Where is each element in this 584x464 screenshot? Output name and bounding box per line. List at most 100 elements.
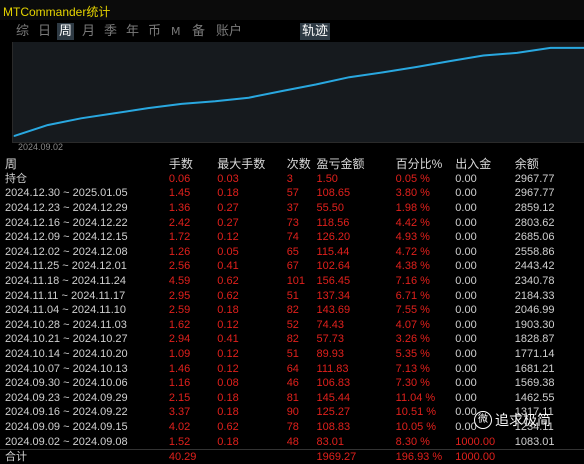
table-cell: 10.51 % bbox=[396, 405, 456, 420]
table-cell: 0.00 bbox=[455, 361, 514, 376]
table-cell: 1.98 % bbox=[396, 201, 456, 216]
table-cell: 2024.09.30 ~ 2024.10.06 bbox=[0, 376, 169, 391]
table-cell: 0.00 bbox=[455, 288, 514, 303]
table-cell: 4.02 bbox=[169, 420, 217, 435]
column-header: 周 bbox=[0, 157, 169, 172]
table-cell: 2024.09.16 ~ 2024.09.22 bbox=[0, 405, 169, 420]
table-cell: 3.37 bbox=[169, 405, 217, 420]
equity-point bbox=[114, 113, 115, 114]
table-cell: 1083.01 bbox=[515, 434, 584, 449]
table-cell: 3 bbox=[287, 172, 317, 187]
equity-point bbox=[248, 97, 249, 98]
table-cell: 83.01 bbox=[317, 434, 396, 449]
tab-day[interactable]: 日 bbox=[36, 23, 53, 40]
table-cell: 2443.42 bbox=[515, 259, 584, 274]
tab-week[interactable]: 周 bbox=[57, 23, 74, 40]
equity-chart bbox=[12, 42, 584, 143]
table-row[interactable]: 2024.11.18 ~ 2024.11.244.590.62101156.45… bbox=[0, 274, 584, 289]
table-row[interactable]: 2024.12.30 ~ 2025.01.051.450.1857108.653… bbox=[0, 186, 584, 201]
table-cell: 0.00 bbox=[455, 274, 514, 289]
table-cell: 1681.21 bbox=[515, 361, 584, 376]
table-cell: 3.80 % bbox=[396, 186, 456, 201]
column-header: 盈亏金额 bbox=[317, 157, 396, 172]
table-cell: 156.45 bbox=[317, 274, 396, 289]
table-row[interactable]: 2024.10.14 ~ 2024.10.201.090.125189.935.… bbox=[0, 347, 584, 362]
table-row[interactable]: 2024.09.30 ~ 2024.10.061.160.0846106.837… bbox=[0, 376, 584, 391]
table-cell: 0.41 bbox=[217, 332, 286, 347]
table-cell: 11.04 % bbox=[396, 391, 456, 406]
tab-currency[interactable]: 币 bbox=[146, 23, 163, 40]
table-cell: 0.18 bbox=[217, 434, 286, 449]
table-cell: 0.62 bbox=[217, 420, 286, 435]
table-cell: 89.93 bbox=[317, 347, 396, 362]
table-cell: 8.30 % bbox=[396, 434, 456, 449]
equity-point bbox=[14, 136, 15, 137]
table-cell: 1.50 bbox=[317, 172, 396, 187]
table-cell: 102.64 bbox=[317, 259, 396, 274]
equity-point bbox=[148, 108, 149, 109]
tab-summary[interactable]: 综 bbox=[14, 23, 31, 40]
table-cell: 0.05 % bbox=[396, 172, 456, 187]
table-cell: 52 bbox=[287, 318, 317, 333]
table-row[interactable]: 2024.11.11 ~ 2024.11.172.950.6251137.346… bbox=[0, 288, 584, 303]
tab-year[interactable]: 年 bbox=[124, 23, 141, 40]
table-cell: 0.00 bbox=[455, 332, 514, 347]
table-cell: 7.55 % bbox=[396, 303, 456, 318]
table-cell: 90 bbox=[287, 405, 317, 420]
table-row[interactable]: 2024.12.09 ~ 2024.12.151.720.1274126.204… bbox=[0, 230, 584, 245]
table-cell: 0.12 bbox=[217, 318, 286, 333]
table-cell: 101 bbox=[287, 274, 317, 289]
table-row[interactable]: 2024.11.25 ~ 2024.12.012.560.4167102.644… bbox=[0, 259, 584, 274]
tab-m[interactable]: M bbox=[169, 23, 183, 40]
table-cell: 1000.00 bbox=[455, 434, 514, 449]
table-cell: 125.27 bbox=[317, 405, 396, 420]
table-row[interactable]: 2024.09.02 ~ 2024.09.081.520.184883.018.… bbox=[0, 434, 584, 449]
table-row[interactable]: 2024.10.28 ~ 2024.11.031.620.125274.434.… bbox=[0, 318, 584, 333]
table-cell: 48 bbox=[287, 434, 317, 449]
watermark-text: 追求极简 bbox=[495, 412, 551, 428]
equity-point bbox=[449, 61, 450, 62]
table-cell: 137.34 bbox=[317, 288, 396, 303]
equity-point bbox=[382, 72, 383, 73]
table-cell: 1903.30 bbox=[515, 318, 584, 333]
table-cell: 1.46 bbox=[169, 361, 217, 376]
table-cell: 2046.99 bbox=[515, 303, 584, 318]
tab-month[interactable]: 月 bbox=[80, 23, 97, 40]
table-cell: 64 bbox=[287, 361, 317, 376]
table-row[interactable]: 2024.12.23 ~ 2024.12.291.360.273755.501.… bbox=[0, 201, 584, 216]
tab-notes[interactable]: 备 bbox=[190, 23, 207, 40]
table-row[interactable]: 2024.12.16 ~ 2024.12.222.420.2773118.564… bbox=[0, 215, 584, 230]
table-cell: 0.00 bbox=[455, 186, 514, 201]
table-row[interactable]: 2024.09.23 ~ 2024.09.292.150.1881145.441… bbox=[0, 391, 584, 406]
table-cell: 2024.11.18 ~ 2024.11.24 bbox=[0, 274, 169, 289]
table-cell: 0.00 bbox=[455, 259, 514, 274]
equity-point bbox=[315, 84, 316, 85]
equity-point bbox=[550, 47, 551, 48]
table-cell: 2.59 bbox=[169, 303, 217, 318]
position-row[interactable]: 持仓0.060.0331.500.05 %0.002967.77 bbox=[0, 172, 584, 187]
total-cell: 1000.00 bbox=[455, 449, 514, 464]
table-cell: 115.44 bbox=[317, 245, 396, 260]
table-row[interactable]: 2024.12.02 ~ 2024.12.081.260.0565115.444… bbox=[0, 245, 584, 260]
table-cell: 118.56 bbox=[317, 215, 396, 230]
table-header-row: 周手数最大手数次数盈亏金额百分比%出入金余额 bbox=[0, 157, 584, 172]
table-cell: 57.73 bbox=[317, 332, 396, 347]
table-row[interactable]: 2024.10.21 ~ 2024.10.272.940.418257.733.… bbox=[0, 332, 584, 347]
table-cell: 2024.12.30 ~ 2025.01.05 bbox=[0, 186, 169, 201]
table-cell: 111.83 bbox=[317, 361, 396, 376]
table-row[interactable]: 2024.10.07 ~ 2024.10.131.460.1264111.837… bbox=[0, 361, 584, 376]
tab-account[interactable]: 账户 bbox=[214, 23, 244, 40]
table-cell: 1771.14 bbox=[515, 347, 584, 362]
table-cell: 2184.33 bbox=[515, 288, 584, 303]
tab-quarter[interactable]: 季 bbox=[102, 23, 119, 40]
table-row[interactable]: 2024.11.04 ~ 2024.11.102.590.1882143.697… bbox=[0, 303, 584, 318]
total-cell: 40.29 bbox=[169, 449, 217, 464]
table-cell: 2024.09.02 ~ 2024.09.08 bbox=[0, 434, 169, 449]
table-cell: 2967.77 bbox=[515, 172, 584, 187]
table-cell: 0.00 bbox=[455, 230, 514, 245]
table-cell: 2024.09.09 ~ 2024.09.15 bbox=[0, 420, 169, 435]
table-cell: 0.41 bbox=[217, 259, 286, 274]
tab-trajectory[interactable]: 轨迹 bbox=[300, 23, 330, 40]
table-cell: 57 bbox=[287, 186, 317, 201]
table-cell: 2024.10.14 ~ 2024.10.20 bbox=[0, 347, 169, 362]
